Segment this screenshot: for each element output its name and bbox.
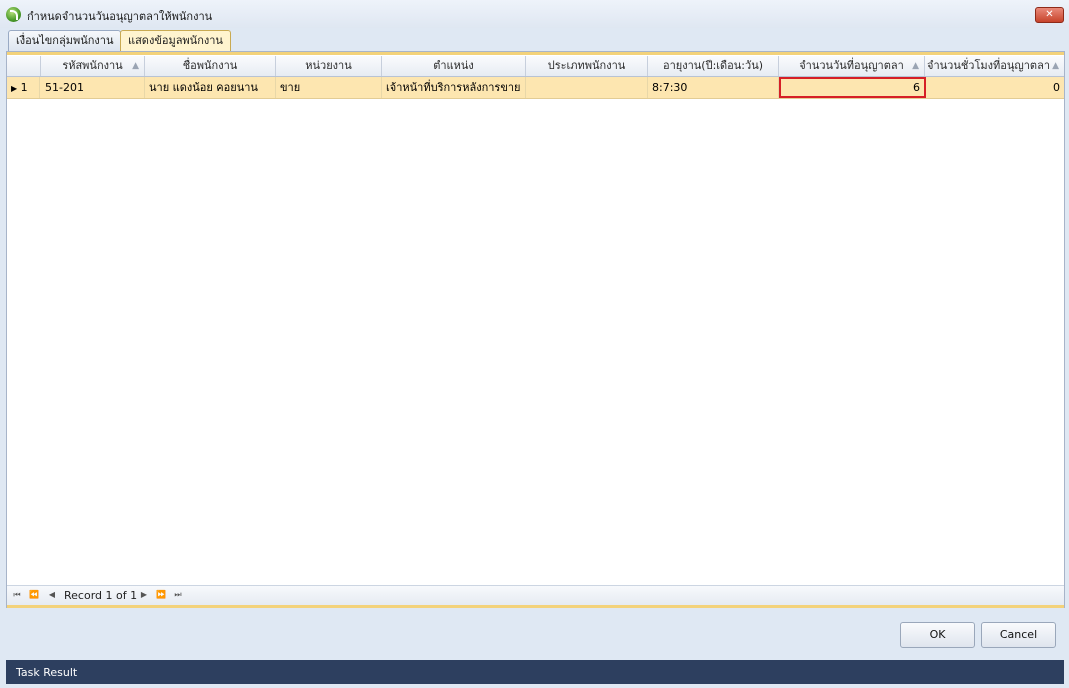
- column-header-department[interactable]: หน่วยงาน: [276, 56, 382, 76]
- column-header-label: จำนวนวันที่อนุญาตลา: [799, 59, 904, 72]
- app-icon: [6, 7, 21, 22]
- cell-position[interactable]: เจ้าหน้าที่บริการหลังการขาย: [382, 77, 526, 98]
- column-header-label: รหัสพนักงาน: [62, 59, 123, 72]
- previous-record-icon[interactable]: ◀: [45, 588, 59, 602]
- status-text: Task Result: [16, 666, 78, 679]
- current-row-arrow-icon: ▶: [11, 84, 18, 93]
- next-page-icon[interactable]: ⏩: [154, 588, 168, 602]
- cell-service-period[interactable]: 8:7:30: [648, 77, 779, 98]
- tab-employee-info[interactable]: แสดงข้อมูลพนักงาน: [120, 30, 231, 52]
- cell-employee-name[interactable]: นาย แดงน้อย คอยนาน: [145, 77, 276, 98]
- column-header-allowed-hours[interactable]: จำนวนชั่วโมงที่อนุญาตลา ▲: [925, 56, 1064, 76]
- cell-employee-id[interactable]: 51-201: [41, 77, 145, 98]
- previous-page-icon[interactable]: ⏪: [27, 588, 41, 602]
- row-indicator-header: [7, 56, 41, 76]
- title-bar: กำหนดจำนวนวันอนุญาตลาให้พนักงาน ✕: [0, 0, 1069, 28]
- row-number: 1: [20, 81, 28, 94]
- grid-header: รหัสพนักงาน ▲ ชื่อพนักงาน หน่วยงาน ตำแหน…: [7, 56, 1064, 77]
- record-navigator: ⏮ ⏪ ◀ Record 1 of 1 ▶ ⏩ ⏭: [7, 585, 1064, 605]
- cell-allowed-days[interactable]: 6: [779, 77, 926, 98]
- first-record-icon[interactable]: ⏮: [10, 588, 24, 602]
- next-record-icon[interactable]: ▶: [137, 588, 151, 602]
- cell-department[interactable]: ขาย: [276, 77, 382, 98]
- column-header-allowed-days[interactable]: จำนวนวันที่อนุญาตลา ▲: [779, 56, 925, 76]
- record-counter: Record 1 of 1: [64, 589, 138, 602]
- column-header-employee-id[interactable]: รหัสพนักงาน ▲: [41, 56, 145, 76]
- table-row[interactable]: ▶ 1 51-201 นาย แดงน้อย คอยนาน ขาย เจ้าหน…: [7, 77, 1064, 99]
- close-button[interactable]: ✕: [1035, 7, 1064, 23]
- ok-button[interactable]: OK: [900, 622, 975, 648]
- sort-ascending-icon: ▲: [1052, 61, 1059, 71]
- grid-bottom-border: [7, 605, 1064, 608]
- column-header-position[interactable]: ตำแหน่ง: [382, 56, 526, 76]
- row-indicator: ▶ 1: [7, 77, 40, 98]
- status-bar: Task Result: [6, 660, 1064, 684]
- cell-employee-type[interactable]: [526, 77, 648, 98]
- last-record-icon[interactable]: ⏭: [171, 588, 185, 602]
- column-header-employee-name[interactable]: ชื่อพนักงาน: [145, 56, 276, 76]
- sort-ascending-icon: ▲: [912, 61, 919, 71]
- column-header-service-period[interactable]: อายุงาน(ปี:เดือน:วัน): [648, 56, 779, 76]
- tab-employee-group-condition[interactable]: เงื่อนไขกลุ่มพนักงาน: [8, 30, 122, 51]
- column-header-label: จำนวนชั่วโมงที่อนุญาตลา: [927, 59, 1050, 72]
- window-title: กำหนดจำนวนวันอนุญาตลาให้พนักงาน: [27, 10, 213, 23]
- cell-allowed-hours[interactable]: 0: [926, 77, 1064, 98]
- grid-top-border: [7, 52, 1064, 55]
- sort-ascending-icon: ▲: [132, 61, 139, 71]
- cancel-button[interactable]: Cancel: [981, 622, 1056, 648]
- column-header-employee-type[interactable]: ประเภทพนักงาน: [526, 56, 648, 76]
- employee-grid: รหัสพนักงาน ▲ ชื่อพนักงาน หน่วยงาน ตำแหน…: [6, 51, 1065, 608]
